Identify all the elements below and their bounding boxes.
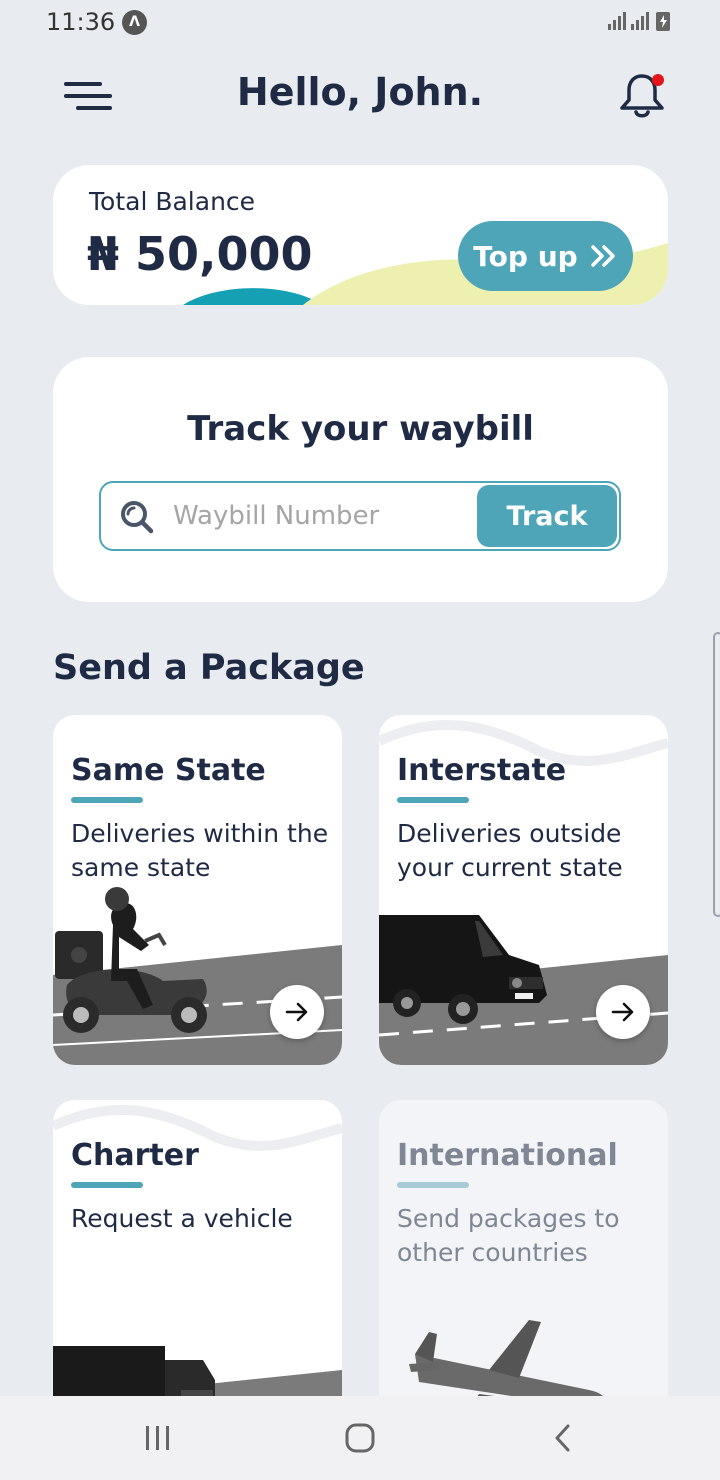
greeting-title: Hello, John. [236,70,484,114]
scroll-indicator[interactable] [713,632,720,917]
title-underline [397,797,469,803]
arrow-right-icon [611,1002,634,1022]
package-title: Charter [71,1138,199,1173]
search-icon [121,501,154,534]
go-arrow-button[interactable] [596,985,650,1039]
package-title: Interstate [397,753,567,788]
recents-icon [146,1426,169,1450]
package-description: Deliveries within the same state [71,819,329,882]
title-underline [71,1182,143,1188]
back-button[interactable] [532,1416,592,1460]
title-underline [71,797,143,803]
send-package-title: Send a Package [53,648,365,688]
top-up-button[interactable]: Top up [458,221,633,291]
waybill-search-field: Track [99,481,621,551]
bell-icon [620,74,664,118]
package-title: Same State [71,753,266,788]
go-arrow-button[interactable] [270,985,324,1039]
double-chevron-right-icon [590,245,615,267]
notification-dot [652,74,664,86]
signal-battery-icons [608,12,670,31]
back-icon [555,1424,570,1452]
package-card-same-state[interactable]: Same State Deliveries within the same st… [53,715,342,1065]
app-notification-icon: Λ [122,10,147,35]
package-description: Send packages to other countries [397,1204,620,1267]
package-description: Request a vehicle [71,1204,293,1233]
home-icon [345,1423,375,1453]
package-card-interstate[interactable]: Interstate Deliveries outside your curre… [379,715,668,1065]
notifications-button[interactable] [616,70,668,122]
balance-card: Total Balance ₦ 50,000 Top up [53,165,668,305]
top-up-label: Top up [473,239,578,273]
track-waybill-card: Track your waybill Track [53,357,668,602]
arrow-right-icon [285,1002,308,1022]
package-description: Deliveries outside your current state [397,819,623,882]
status-time: 11:36 [46,8,116,36]
track-title: Track your waybill [187,409,534,449]
package-title: International [397,1138,618,1173]
balance-label: Total Balance [89,187,256,216]
navigation-bar [0,1396,720,1480]
status-bar: 11:36 Λ [0,0,720,44]
recents-button[interactable] [128,1416,188,1460]
balance-amount: ₦ 50,000 [87,227,313,281]
home-button[interactable] [330,1416,390,1460]
title-underline [397,1182,469,1188]
waybill-number-input[interactable] [173,493,473,539]
track-button[interactable]: Track [477,485,617,547]
